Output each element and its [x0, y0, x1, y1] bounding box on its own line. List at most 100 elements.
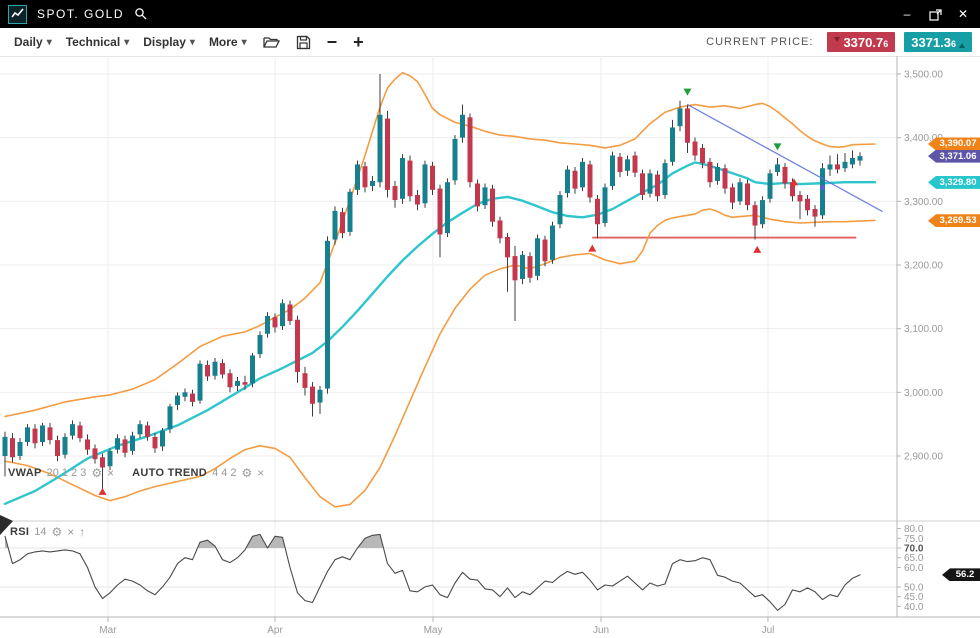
candle-body	[528, 256, 533, 278]
candle-body	[760, 200, 765, 224]
menu-daily[interactable]: Daily▾	[14, 35, 52, 49]
candle-body	[108, 451, 113, 466]
menu-more[interactable]: More▾	[209, 35, 247, 49]
candle-body	[220, 363, 225, 374]
candle-body	[460, 115, 465, 138]
price-tick-label: 3,100.00	[904, 324, 943, 335]
candle-body	[490, 189, 495, 222]
candle-body	[708, 162, 713, 182]
candle-body	[48, 427, 53, 440]
save-icon[interactable]	[296, 35, 311, 50]
chart-canvas[interactable]: 3,500.003,400.003,300.003,200.003,100.00…	[0, 56, 980, 638]
candle-body	[700, 148, 705, 163]
candle-body	[633, 155, 638, 172]
vwap-settings-gear-icon[interactable]: ⚙	[91, 466, 102, 480]
upper-band-price-badge: 3,390.07	[928, 137, 980, 150]
candle-body	[835, 164, 840, 169]
rsi-settings-gear-icon[interactable]: ⚙	[52, 525, 63, 539]
auto-trend-label: AUTO TREND	[132, 467, 207, 479]
open-folder-icon[interactable]	[263, 35, 280, 49]
month-tick-label: Jul	[762, 625, 775, 636]
candle-body	[783, 167, 788, 184]
candle-body	[580, 162, 585, 187]
candle-body	[805, 199, 810, 210]
close-button[interactable]: ✕	[956, 7, 970, 21]
candle-body	[678, 108, 683, 126]
candle-body	[243, 382, 248, 385]
price-tick-label: 3,000.00	[904, 388, 943, 399]
candle-body	[595, 199, 600, 224]
rsi-label: RSI	[10, 526, 29, 538]
vwap-remove-icon[interactable]: ×	[107, 466, 114, 480]
candle-body	[400, 158, 405, 199]
candle-body	[235, 381, 240, 386]
rsi-expand-arrow-icon[interactable]: ↑	[79, 525, 85, 539]
candle-body	[415, 195, 420, 205]
sell-signal-marker-icon	[774, 143, 782, 150]
candle-body	[175, 396, 180, 406]
candle-body	[850, 158, 855, 164]
buy-signal-marker-icon	[99, 488, 107, 495]
chevron-down-icon: ▾	[124, 37, 129, 48]
candle-body	[340, 212, 345, 233]
candle-body	[475, 184, 480, 207]
candle-body	[205, 365, 210, 376]
candle-body	[123, 439, 128, 452]
candle-body	[558, 195, 563, 224]
candle-body	[610, 155, 615, 186]
candle-body	[423, 164, 428, 203]
bid-price-badge: 3370.76	[827, 32, 895, 52]
candle-body	[648, 173, 653, 193]
sell-signal-marker-icon	[684, 89, 692, 96]
popout-button[interactable]	[928, 7, 942, 21]
chevron-down-icon: ▾	[190, 37, 195, 48]
candle-body	[153, 437, 158, 448]
candle-body	[483, 187, 488, 205]
candle-body	[618, 157, 623, 172]
candle-body	[85, 439, 90, 449]
toolbar: Daily▾ Technical▾ Display▾ More▾ − + CUR…	[0, 28, 980, 57]
candle-body	[498, 220, 503, 238]
ask-price-badge: 3371.36	[904, 32, 972, 52]
month-tick-label: May	[424, 625, 443, 636]
chart-area: 3,500.003,400.003,300.003,200.003,100.00…	[0, 56, 980, 638]
candle-body	[295, 320, 300, 372]
candle-body	[828, 164, 833, 169]
candle-body	[145, 425, 150, 436]
month-tick-label: Mar	[99, 625, 117, 636]
current-price-label: CURRENT PRICE:	[706, 36, 813, 48]
candle-body	[858, 156, 863, 160]
menu-technical[interactable]: Technical▾	[66, 35, 130, 49]
rsi-remove-icon[interactable]: ×	[67, 525, 74, 539]
chevron-down-icon: ▾	[47, 37, 52, 48]
candle-body	[573, 171, 578, 189]
zoom-out-button[interactable]: −	[327, 33, 338, 51]
candle-body	[333, 211, 338, 240]
auto-trend-remove-icon[interactable]: ×	[257, 466, 264, 480]
candle-body	[813, 209, 818, 217]
trading-app-window: SPOT. GOLD – ✕ Daily▾ Technical▾ Display…	[0, 0, 980, 638]
candle-body	[70, 424, 75, 435]
candle-body	[273, 317, 278, 327]
candle-body	[348, 192, 353, 232]
rsi-params: 14	[34, 526, 46, 538]
month-tick-label: Apr	[267, 625, 283, 636]
candle-body	[775, 164, 780, 172]
buy-signal-marker-icon	[753, 246, 761, 253]
candle-body	[198, 364, 203, 401]
candle-body	[78, 425, 83, 438]
candle-body	[693, 141, 698, 155]
candle-body	[820, 168, 825, 215]
menu-display[interactable]: Display▾	[143, 35, 195, 49]
price-tick-label: 2,900.00	[904, 452, 943, 463]
minimize-button[interactable]: –	[900, 7, 914, 21]
candle-body	[430, 166, 435, 190]
candle-body	[363, 166, 368, 187]
auto-trend-settings-gear-icon[interactable]: ⚙	[242, 466, 253, 480]
candle-body	[378, 115, 383, 182]
candle-body	[160, 431, 165, 447]
zoom-in-button[interactable]: +	[353, 33, 364, 51]
search-icon[interactable]	[134, 7, 148, 21]
price-tick-label: 3,200.00	[904, 261, 943, 272]
auto-trend-line[interactable]	[688, 105, 883, 212]
